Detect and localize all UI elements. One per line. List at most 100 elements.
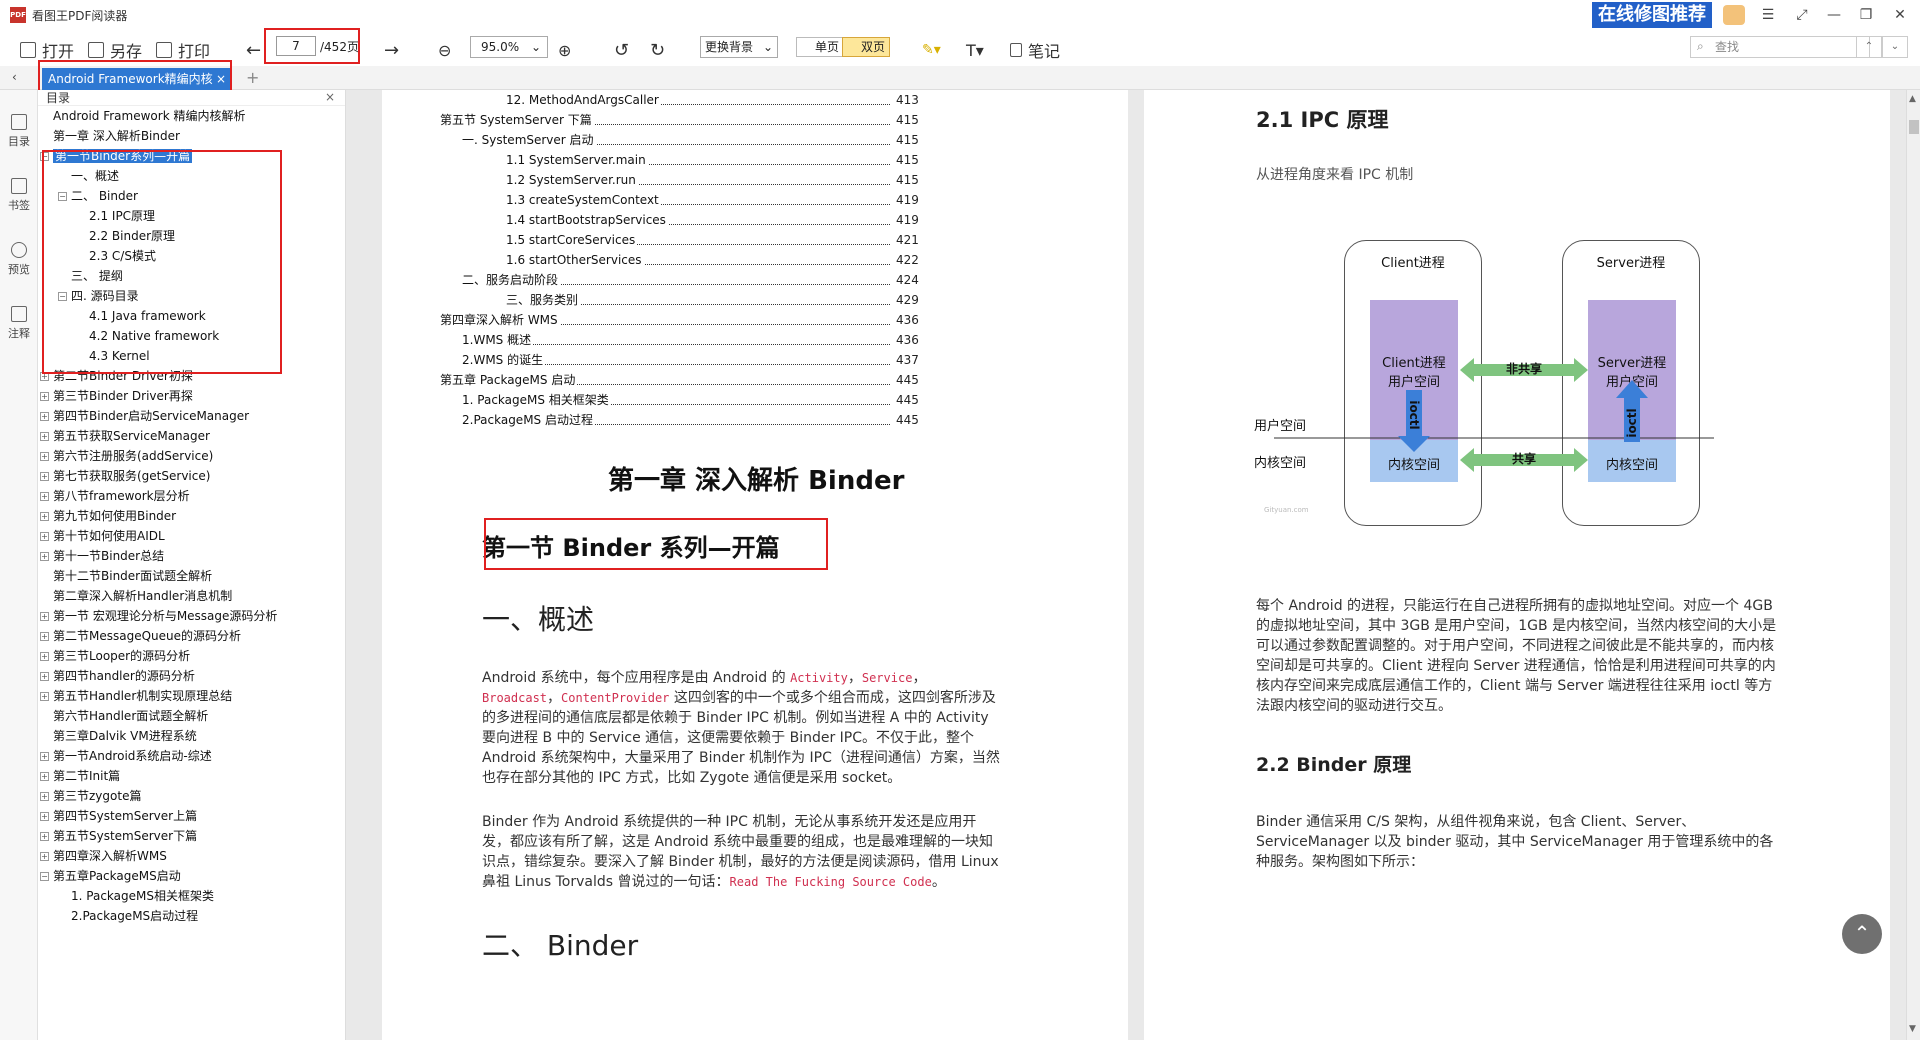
- search-prev-icon[interactable]: ⌃: [1856, 36, 1882, 58]
- toc-item[interactable]: + 第五节Handler机制实现原理总结: [40, 686, 232, 706]
- prev-page-icon[interactable]: ←: [246, 38, 261, 62]
- expand-node-icon[interactable]: +: [40, 792, 49, 801]
- toc-item[interactable]: + 第十节如何使用AIDL: [40, 526, 165, 546]
- page-toc-entry[interactable]: 三、服务类别: [506, 290, 581, 310]
- expand-node-icon[interactable]: +: [40, 752, 49, 761]
- text-tool-icon[interactable]: T▾: [966, 38, 984, 62]
- page-toc-entry[interactable]: 1.2 SystemServer.run: [506, 170, 638, 190]
- rotate-left-icon[interactable]: ↺: [614, 38, 629, 62]
- close-window-icon[interactable]: ✕: [1884, 0, 1916, 30]
- expand-node-icon[interactable]: +: [40, 772, 49, 781]
- toc-item[interactable]: + 第九节如何使用Binder: [40, 506, 176, 526]
- toc-item[interactable]: + 第二节MessageQueue的源码分析: [40, 626, 241, 646]
- page-toc-entry[interactable]: 第四章深入解析 WMS: [440, 310, 560, 330]
- page-toc-entry[interactable]: 2.PackageMS 启动过程: [462, 410, 595, 430]
- expand-node-icon[interactable]: +: [40, 432, 49, 441]
- page-toc-entry[interactable]: 一. SystemServer 启动: [462, 130, 596, 150]
- page-toc-entry[interactable]: 1.5 startCoreServices: [506, 230, 638, 250]
- double-page-button[interactable]: 双页: [842, 37, 891, 57]
- page-toc-entry[interactable]: 1. PackageMS 相关框架类: [462, 390, 611, 410]
- nav-bookmark[interactable]: 书签: [0, 178, 38, 213]
- collapse-node-icon[interactable]: −: [40, 872, 49, 881]
- toc-item[interactable]: Android Framework 精编内核解析: [40, 106, 245, 126]
- expand-node-icon[interactable]: +: [40, 632, 49, 641]
- scroll-thumb[interactable]: [1909, 120, 1919, 134]
- toc-item[interactable]: + 第六节注册服务(addService): [40, 446, 213, 466]
- expand-node-icon[interactable]: +: [40, 652, 49, 661]
- open-button[interactable]: 打开: [20, 38, 74, 62]
- toc-item[interactable]: + 第四节SystemServer上篇: [40, 806, 197, 826]
- toc-item[interactable]: 2.PackageMS启动过程: [58, 906, 198, 926]
- menu-icon[interactable]: ☰: [1752, 0, 1784, 30]
- toc-item[interactable]: + 第五节SystemServer下篇: [40, 826, 197, 846]
- scroll-down-icon[interactable]: ▼: [1909, 1024, 1916, 1034]
- save-as-button[interactable]: 另存: [88, 38, 142, 62]
- toc-item[interactable]: 第二章深入解析Handler消息机制: [40, 586, 232, 606]
- highlighter-icon[interactable]: ✎▾: [922, 38, 941, 62]
- next-page-icon[interactable]: →: [384, 38, 399, 62]
- expand-node-icon[interactable]: +: [40, 672, 49, 681]
- expand-node-icon[interactable]: +: [40, 532, 49, 541]
- thumbs-up-icon[interactable]: [1723, 5, 1745, 25]
- toc-item[interactable]: + 第二节Init篇: [40, 766, 120, 786]
- toc-item[interactable]: + 第一节Android系统启动-综述: [40, 746, 212, 766]
- toc-item[interactable]: − 第五章PackageMS启动: [40, 866, 181, 886]
- zoom-in-icon[interactable]: ⊕: [558, 38, 571, 62]
- toc-item[interactable]: + 第八节framework层分析: [40, 486, 190, 506]
- toc-item[interactable]: 第三章Dalvik VM进程系统: [40, 726, 197, 746]
- page-toc-entry[interactable]: 1.4 startBootstrapServices: [506, 210, 668, 230]
- page-toc-entry[interactable]: 二、服务启动阶段: [462, 270, 561, 290]
- toc-item[interactable]: + 第一节 宏观理论分析与Message源码分析: [40, 606, 277, 626]
- expand-node-icon[interactable]: +: [40, 392, 49, 401]
- toc-item[interactable]: 第六节Handler面试题全解析: [40, 706, 208, 726]
- expand-node-icon[interactable]: +: [40, 832, 49, 841]
- page-toc-entry[interactable]: 12. MethodAndArgsCaller: [506, 90, 661, 110]
- page-toc-entry[interactable]: 1.1 SystemServer.main: [506, 150, 648, 170]
- toc-item[interactable]: 第一章 深入解析Binder: [40, 126, 180, 146]
- search-next-icon[interactable]: ⌄: [1882, 36, 1908, 58]
- page-toc-entry[interactable]: 1.6 startOtherServices: [506, 250, 644, 270]
- page-toc-entry[interactable]: 第五章 PackageMS 启动: [440, 370, 578, 390]
- toc-item[interactable]: 第十二节Binder面试题全解析: [40, 566, 212, 586]
- scroll-to-top-icon[interactable]: ⌃: [1842, 914, 1882, 954]
- nav-preview[interactable]: 预览: [0, 242, 38, 277]
- fullscreen-icon[interactable]: ⤢: [1786, 0, 1818, 30]
- minimize-icon[interactable]: —: [1818, 0, 1850, 30]
- zoom-select[interactable]: 95.0% ⌄: [470, 36, 548, 58]
- expand-node-icon[interactable]: +: [40, 412, 49, 421]
- expand-node-icon[interactable]: +: [40, 452, 49, 461]
- expand-node-icon[interactable]: +: [40, 492, 49, 501]
- toc-item[interactable]: + 第五节获取ServiceManager: [40, 426, 210, 446]
- nav-toc[interactable]: 目录: [0, 114, 38, 149]
- toc-item[interactable]: + 第三节Looper的源码分析: [40, 646, 190, 666]
- collapse-sidebar-icon[interactable]: ‹: [12, 70, 17, 84]
- expand-node-icon[interactable]: +: [40, 812, 49, 821]
- expand-node-icon[interactable]: +: [40, 612, 49, 621]
- scroll-up-icon[interactable]: ▲: [1909, 94, 1916, 104]
- zoom-out-icon[interactable]: ⊖: [438, 38, 451, 62]
- print-button[interactable]: 打印: [156, 38, 210, 62]
- single-page-button[interactable]: 单页: [796, 37, 845, 57]
- toc-item[interactable]: + 第四节handler的源码分析: [40, 666, 195, 686]
- notes-button[interactable]: 笔记: [1010, 38, 1060, 62]
- expand-node-icon[interactable]: +: [40, 852, 49, 861]
- nav-annotate[interactable]: 注释: [0, 306, 38, 341]
- maximize-icon[interactable]: ❐: [1850, 0, 1882, 30]
- promo-banner[interactable]: 在线修图推荐: [1592, 2, 1712, 28]
- background-select[interactable]: 更换背景 ⌄: [700, 36, 778, 58]
- toc-close-icon[interactable]: ×: [325, 90, 335, 104]
- toc-item[interactable]: + 第四节Binder启动ServiceManager: [40, 406, 249, 426]
- toc-item[interactable]: + 第四章深入解析WMS: [40, 846, 167, 866]
- toc-item[interactable]: 1. PackageMS相关框架类: [58, 886, 214, 906]
- toc-item[interactable]: + 第三节Binder Driver再探: [40, 386, 193, 406]
- toc-item[interactable]: + 第十一节Binder总结: [40, 546, 164, 566]
- search-input[interactable]: 查找: [1690, 36, 1870, 58]
- expand-node-icon[interactable]: +: [40, 552, 49, 561]
- vertical-scrollbar[interactable]: ▲ ▼: [1906, 90, 1920, 1040]
- page-toc-entry[interactable]: 第五节 SystemServer 下篇: [440, 110, 594, 130]
- expand-node-icon[interactable]: +: [40, 472, 49, 481]
- page-toc-entry[interactable]: 1.3 createSystemContext: [506, 190, 661, 210]
- page-toc-entry[interactable]: 2.WMS 的诞生: [462, 350, 546, 370]
- toc-item[interactable]: + 第七节获取服务(getService): [40, 466, 210, 486]
- rotate-right-icon[interactable]: ↻: [650, 38, 665, 62]
